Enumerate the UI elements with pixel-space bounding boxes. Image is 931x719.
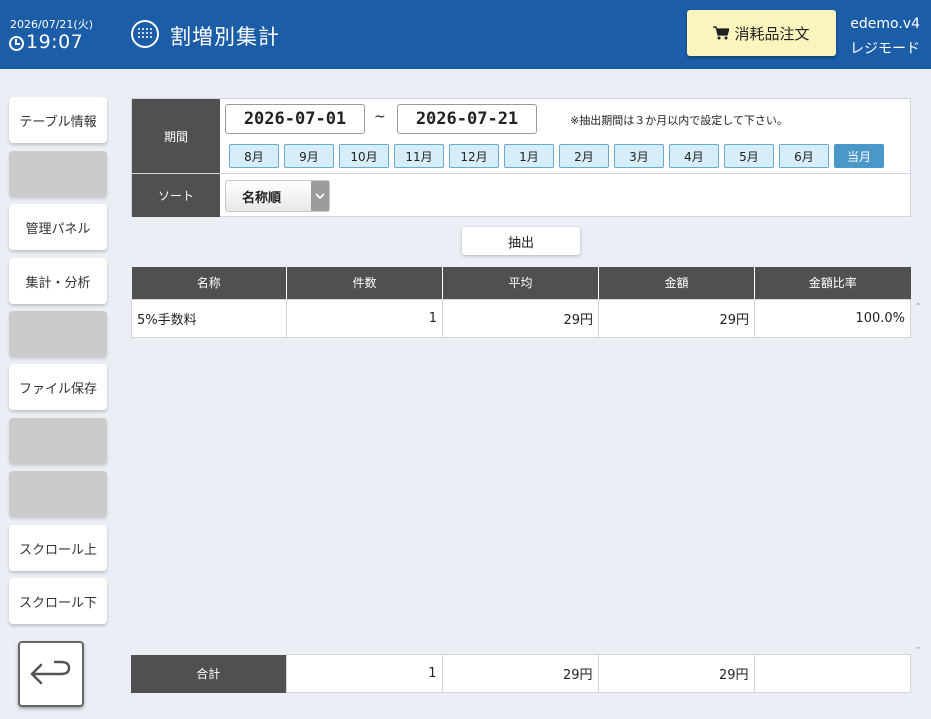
sidebar-item-table-info[interactable]: テーブル情報 (9, 97, 107, 143)
date-from-input[interactable]: 2026-07-01 (225, 104, 365, 134)
month-button[interactable]: 12月 (449, 144, 499, 168)
register-mode: レジモード (850, 41, 920, 57)
month-buttons: 8月 9月 10月 11月 12月 1月 2月 3月 4月 5月 6月 当月 (229, 144, 889, 168)
total-amount: 29円 (597, 654, 755, 693)
menu-grid-icon[interactable] (131, 20, 159, 48)
totals-table: 合計 1 29円 29円 (131, 654, 911, 693)
sidebar-item-scroll-down[interactable]: スクロール下 (9, 578, 107, 624)
sidebar-item-empty (9, 151, 107, 197)
column-header: 金額 (598, 267, 755, 299)
cart-icon (713, 26, 730, 40)
totals-label: 合計 (131, 654, 286, 693)
sort-select[interactable]: 名称順 (225, 180, 330, 212)
user-name: edemo.v4 (850, 16, 920, 32)
cell-name: 5%手数料 (131, 298, 287, 338)
totals-row: 合計 1 29円 29円 (131, 654, 911, 693)
column-header: 名称 (131, 267, 287, 299)
scroll-down-arrow-icon[interactable]: ⌄ (914, 641, 922, 652)
month-button[interactable]: 1月 (504, 144, 554, 168)
scroll-up-arrow-icon[interactable]: ⌃ (914, 302, 922, 313)
cell-ratio: 100.0% (754, 298, 911, 338)
page-title: 割増別集計 (170, 25, 280, 49)
cell-count: 1 (286, 298, 443, 338)
column-header: 平均 (442, 267, 599, 299)
total-ratio (753, 654, 911, 693)
cell-amount: 29円 (598, 298, 755, 338)
back-button[interactable] (18, 641, 84, 707)
current-date: 2026/07/21(火) (10, 18, 93, 31)
month-button[interactable]: 4月 (669, 144, 719, 168)
chevron-down-icon (311, 181, 329, 211)
month-button[interactable]: 2月 (559, 144, 609, 168)
sort-value: 名称順 (242, 190, 282, 206)
order-supplies-label: 消耗品注文 (734, 24, 810, 43)
current-month-button[interactable]: 当月 (834, 144, 884, 168)
month-button[interactable]: 6月 (779, 144, 829, 168)
sidebar-item-empty (9, 471, 107, 517)
month-button[interactable]: 5月 (724, 144, 774, 168)
clock-icon (9, 36, 24, 51)
month-button[interactable]: 11月 (394, 144, 444, 168)
month-button[interactable]: 3月 (614, 144, 664, 168)
divider (132, 173, 910, 174)
period-note: ※抽出期間は３か月以内で設定して下さい。 (570, 114, 788, 127)
sidebar-item-empty (9, 311, 107, 357)
month-button[interactable]: 8月 (229, 144, 279, 168)
app-header: 2026/07/21(火) 19:07 割増別集計 消耗品注文 edemo.v4… (0, 0, 931, 69)
sidebar-item-scroll-up[interactable]: スクロール上 (9, 525, 107, 571)
sidebar-item-admin-panel[interactable]: 管理パネル (9, 204, 107, 250)
sidebar-item-save-file[interactable]: ファイル保存 (9, 364, 107, 410)
sidebar-item-analytics[interactable]: 集計・分析 (9, 258, 107, 304)
filter-panel: 期間 2026-07-01 ~ 2026-07-21 ※抽出期間は３か月以内で設… (131, 98, 911, 217)
column-header: 金額比率 (754, 267, 911, 299)
return-arrow-icon (30, 660, 71, 685)
sort-label: ソート (132, 174, 220, 217)
date-to-input[interactable]: 2026-07-21 (397, 104, 537, 134)
summary-table: 名称 件数 平均 金額 金額比率 5%手数料 1 29円 29円 100.0% (131, 267, 911, 338)
date-range-separator: ~ (374, 109, 386, 125)
period-label: 期間 (132, 99, 220, 173)
month-button[interactable]: 9月 (284, 144, 334, 168)
sidebar-item-empty (9, 418, 107, 464)
table-row[interactable]: 5%手数料 1 29円 29円 100.0% (131, 298, 911, 338)
current-time: 19:07 (26, 31, 84, 53)
total-average: 29円 (441, 654, 599, 693)
total-count: 1 (285, 654, 443, 693)
extract-button[interactable]: 抽出 (462, 227, 580, 255)
cell-average: 29円 (442, 298, 599, 338)
order-supplies-button[interactable]: 消耗品注文 (687, 10, 836, 56)
column-header: 件数 (286, 267, 443, 299)
month-button[interactable]: 10月 (339, 144, 389, 168)
